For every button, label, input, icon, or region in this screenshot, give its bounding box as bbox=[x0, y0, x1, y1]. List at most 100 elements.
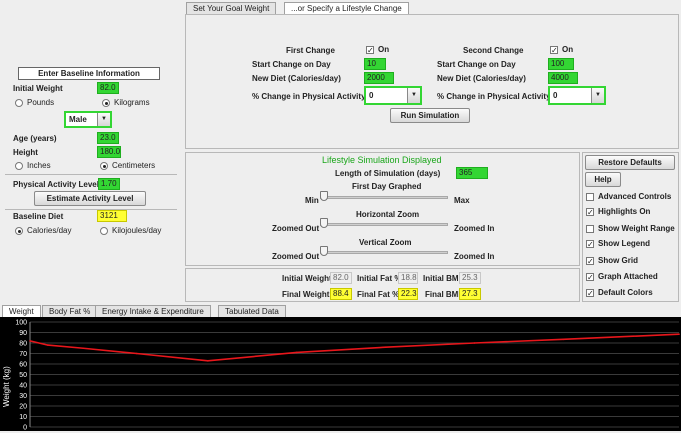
initial-weight-result: 82.0 bbox=[330, 272, 352, 284]
y-tick-label: 90 bbox=[19, 330, 27, 337]
vzoom-slider-thumb[interactable] bbox=[320, 246, 328, 256]
option-label: Show Legend bbox=[598, 239, 650, 248]
height-label: Height bbox=[13, 148, 38, 157]
y-tick-label: 80 bbox=[19, 341, 27, 348]
kilograms-label: Kilograms bbox=[114, 98, 150, 107]
hzoom-slider-thumb[interactable] bbox=[320, 218, 328, 228]
weight-data-point bbox=[384, 346, 387, 348]
y-axis-label: Weight (kg) bbox=[2, 366, 11, 407]
tab-weight[interactable]: Weight bbox=[2, 305, 41, 317]
kilograms-radio[interactable]: Kilograms bbox=[102, 98, 150, 107]
pal-input[interactable]: 1.70 bbox=[98, 178, 120, 190]
option-checkbox[interactable]: Show Weight Range bbox=[586, 224, 675, 233]
first-activity-select[interactable]: 0 ▼ bbox=[364, 86, 422, 105]
first-start-input[interactable]: 10 bbox=[364, 58, 386, 70]
first-day-slider-track[interactable] bbox=[320, 196, 448, 199]
baseline-diet-input[interactable]: 3121 bbox=[97, 210, 127, 222]
first-change-on-checkbox[interactable]: ✓ On bbox=[366, 45, 389, 54]
tab-goal-weight[interactable]: Set Your Goal Weight bbox=[186, 2, 277, 14]
initial-fat-label: Initial Fat % bbox=[357, 274, 402, 283]
hzoom-out-label: Zoomed Out bbox=[272, 224, 320, 233]
final-weight-result: 88.4 bbox=[330, 288, 352, 300]
weight-data-point bbox=[135, 352, 138, 355]
checked-box-icon: ✓ bbox=[586, 207, 594, 217]
baseline-title: Enter Baseline Information bbox=[18, 67, 160, 80]
on-label: On bbox=[378, 45, 390, 54]
height-input[interactable]: 180.0 bbox=[97, 146, 121, 158]
tab-tabulated-data[interactable]: Tabulated Data bbox=[218, 305, 286, 317]
length-input[interactable]: 365 bbox=[456, 167, 488, 179]
centimeters-radio[interactable]: Centimeters bbox=[100, 161, 155, 170]
age-input[interactable]: 23.0 bbox=[97, 132, 119, 144]
help-button[interactable]: Help bbox=[585, 172, 621, 187]
weight-data-point bbox=[295, 351, 298, 354]
check-icon: ✓ bbox=[366, 45, 374, 55]
radio-icon bbox=[15, 98, 23, 107]
second-change-on-checkbox[interactable]: ✓ On bbox=[550, 45, 573, 54]
chevron-down-icon[interactable]: ▼ bbox=[407, 88, 420, 103]
option-label: Default Colors bbox=[598, 288, 653, 297]
option-label: Show Grid bbox=[598, 256, 638, 265]
weight-chart: 0 10 20 30 40 50 60 70 80 90 100 Weight (kg) bbox=[0, 317, 681, 432]
hzoom-in-label: Zoomed In bbox=[454, 224, 495, 233]
initial-weight-input[interactable]: 82.0 bbox=[97, 82, 119, 94]
vzoom-slider-track[interactable] bbox=[320, 251, 448, 254]
chevron-down-icon[interactable]: ▼ bbox=[97, 113, 110, 126]
second-activity-select[interactable]: 0 ▼ bbox=[548, 86, 606, 105]
first-diet-input[interactable]: 2000 bbox=[364, 72, 394, 84]
first-activity-label: % Change in Physical Activity bbox=[252, 92, 366, 101]
inches-radio[interactable]: Inches bbox=[15, 161, 51, 170]
sex-select[interactable]: Male ▼ bbox=[64, 111, 112, 128]
first-day-label: First Day Graphed bbox=[352, 182, 422, 191]
initial-bmi-result: 25.3 bbox=[459, 272, 481, 284]
weight-data-point bbox=[46, 344, 49, 346]
calories-radio[interactable]: Calories/day bbox=[15, 226, 71, 235]
weight-data-point bbox=[473, 342, 476, 344]
vzoom-label: Vertical Zoom bbox=[359, 238, 412, 247]
second-start-input[interactable]: 100 bbox=[548, 58, 574, 70]
unchecked-box-icon bbox=[586, 224, 594, 233]
option-checkbox[interactable]: ✓ Default Colors bbox=[586, 288, 653, 297]
first-start-label: Start Change on Day bbox=[252, 60, 331, 69]
chevron-down-icon[interactable]: ▼ bbox=[591, 88, 604, 103]
final-fat-label: Final Fat % bbox=[357, 290, 400, 299]
tab-body-fat[interactable]: Body Fat % bbox=[42, 305, 98, 317]
weight-data-point bbox=[562, 338, 565, 341]
pounds-label: Pounds bbox=[27, 98, 55, 107]
inches-label: Inches bbox=[27, 161, 51, 170]
pounds-radio[interactable]: Pounds bbox=[15, 98, 54, 107]
option-label: Graph Attached bbox=[598, 272, 658, 281]
y-tick-label: 40 bbox=[19, 383, 27, 390]
hzoom-slider-track[interactable] bbox=[320, 223, 448, 226]
second-activity-value: 0 bbox=[553, 91, 558, 100]
run-simulation-button[interactable]: Run Simulation bbox=[390, 108, 470, 123]
y-tick-label: 70 bbox=[19, 351, 27, 358]
initial-weight-result-label: Initial Weight bbox=[282, 274, 332, 283]
option-checkbox[interactable]: ✓ Graph Attached bbox=[586, 272, 658, 281]
tab-energy[interactable]: Energy Intake & Expenditure bbox=[95, 305, 211, 317]
unchecked-box-icon bbox=[586, 192, 594, 201]
hzoom-label: Horizontal Zoom bbox=[356, 210, 420, 219]
first-day-slider-thumb[interactable] bbox=[320, 191, 328, 201]
restore-defaults-button[interactable]: Restore Defaults bbox=[585, 155, 675, 170]
kilojoules-radio[interactable]: Kilojoules/day bbox=[100, 226, 161, 235]
kilojoules-label: Kilojoules/day bbox=[112, 226, 162, 235]
option-checkbox[interactable]: ✓ Highlights On bbox=[586, 207, 650, 216]
option-checkbox[interactable]: Advanced Controls bbox=[586, 192, 671, 201]
sex-value: Male bbox=[69, 115, 87, 124]
tab-lifestyle-change[interactable]: ...or Specify a Lifestyle Change bbox=[284, 2, 409, 14]
y-tick-label: 30 bbox=[19, 393, 27, 400]
estimate-activity-button[interactable]: Estimate Activity Level bbox=[34, 191, 146, 206]
weight-data-point bbox=[82, 347, 85, 350]
weight-data-point bbox=[678, 333, 680, 335]
option-checkbox[interactable]: ✓ Show Grid bbox=[586, 256, 638, 265]
check-icon: ✓ bbox=[550, 45, 558, 55]
option-checkbox[interactable]: ✓ Show Legend bbox=[586, 239, 650, 248]
y-tick-label: 20 bbox=[19, 404, 27, 411]
divider bbox=[5, 174, 177, 175]
checked-box-icon: ✓ bbox=[586, 256, 594, 266]
option-label: Show Weight Range bbox=[598, 224, 675, 233]
age-label: Age (years) bbox=[13, 134, 57, 143]
checked-box-icon: ✓ bbox=[586, 272, 594, 282]
second-diet-input[interactable]: 4000 bbox=[548, 72, 578, 84]
